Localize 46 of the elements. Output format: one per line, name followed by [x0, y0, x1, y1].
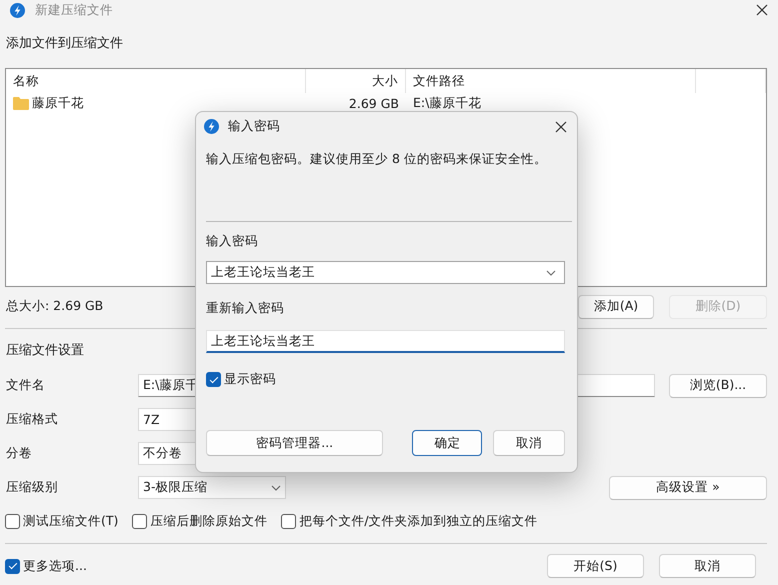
checkbox[interactable] [206, 372, 221, 387]
checkbox-label: 压缩后删除原始文件 [150, 512, 268, 530]
password-manager-button[interactable]: 密码管理器... [206, 430, 384, 456]
dropdown-field[interactable]: 3-极限压缩 [138, 476, 286, 499]
checkbox[interactable] [5, 514, 20, 528]
field-label: 输入密码 [206, 233, 259, 249]
checkbox[interactable] [5, 558, 20, 574]
field-label: 分卷 [5, 445, 33, 462]
chevron-down-icon [546, 270, 556, 276]
checkbox[interactable] [281, 514, 296, 528]
checkbox-label: 更多选项... [23, 558, 87, 574]
dialog-title: 输入密码 [228, 118, 281, 135]
advanced-settings-button[interactable]: 高级设置 » [609, 476, 767, 500]
table-cell: 2.69 GB [348, 96, 399, 110]
add-button[interactable]: 添加(A) [578, 294, 654, 318]
password-combobox[interactable]: 上老王论坛当老王 [206, 261, 565, 284]
column-header[interactable]: 名称 [6, 69, 306, 93]
folder-icon [13, 96, 29, 110]
start-button[interactable]: 开始(S) [547, 554, 644, 578]
checkbox-label: 测试压缩文件(T) [23, 512, 118, 530]
total-size-label: 总大小: 2.69 GB [5, 298, 104, 315]
checkbox[interactable] [132, 514, 148, 528]
ok-button[interactable]: 确定 [412, 430, 482, 456]
cancel-button[interactable]: 取消 [493, 430, 565, 456]
field-label: 重新输入密码 [206, 300, 285, 316]
close-icon[interactable] [555, 120, 567, 132]
column-header[interactable]: 大小 [306, 69, 406, 93]
window-title: 新建压缩文件 [35, 2, 114, 18]
checkbox-label: 显示密码 [224, 371, 276, 388]
close-icon[interactable] [756, 4, 768, 16]
dialog-message: 输入压缩包密码。建议使用至少 8 位的密码来保证安全性。 [206, 151, 548, 167]
chevron-down-icon [271, 484, 281, 490]
section-heading: 压缩文件设置 [6, 343, 85, 359]
table-cell: E:\藤原千花 [413, 94, 482, 112]
confirm-password-field[interactable]: 上老王论坛当老王 [206, 330, 565, 353]
field-label: 压缩级别 [5, 479, 59, 496]
field-label: 文件名 [5, 377, 46, 394]
checkbox-label: 把每个文件/文件夹添加到独立的压缩文件 [299, 512, 538, 530]
lightning-icon [204, 119, 219, 134]
cancel-button[interactable]: 取消 [659, 554, 756, 578]
column-header[interactable]: 文件路径 [406, 69, 696, 93]
browse-button[interactable]: 浏览(B)... [669, 374, 767, 398]
section-heading: 添加文件到压缩文件 [6, 36, 124, 52]
table-cell: 藤原千花 [32, 94, 84, 112]
field-label: 压缩格式 [5, 411, 59, 428]
lightning-icon [10, 2, 25, 18]
